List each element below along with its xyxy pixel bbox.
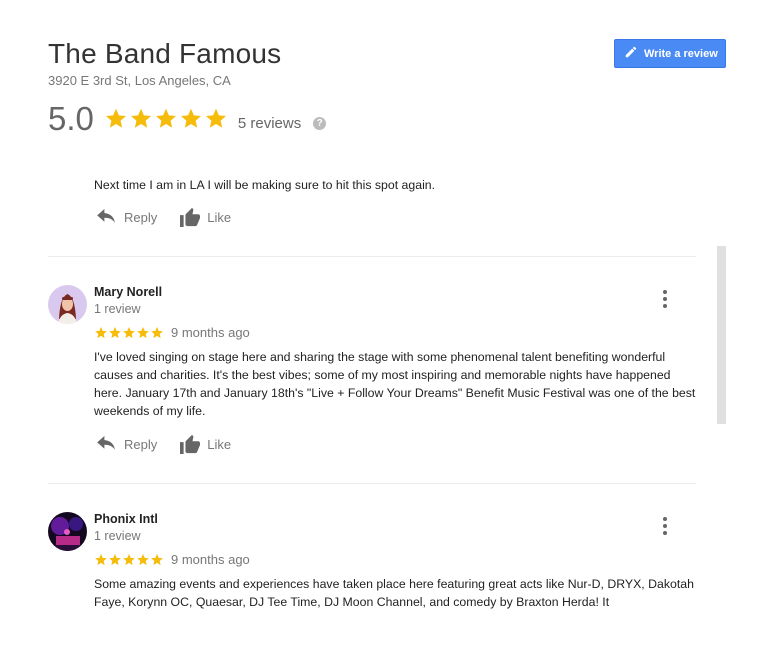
star-icon bbox=[205, 108, 226, 128]
more-vertical-icon[interactable] bbox=[660, 290, 670, 308]
rating-summary: 5.0 5 reviews ? bbox=[48, 100, 327, 138]
review-text: I've loved singing on stage here and sha… bbox=[94, 350, 696, 418]
review-rating: 9 months ago bbox=[94, 325, 250, 340]
star-icon bbox=[151, 553, 163, 565]
reply-arrow-icon bbox=[96, 436, 116, 452]
star-icon bbox=[180, 108, 201, 128]
avatar[interactable] bbox=[48, 285, 87, 324]
review-actions: Reply Like bbox=[96, 206, 231, 228]
star-icon bbox=[130, 108, 151, 128]
place-address: 3920 E 3rd St, Los Angeles, CA bbox=[48, 73, 231, 88]
star-icon bbox=[109, 553, 121, 565]
pencil-icon bbox=[624, 45, 638, 62]
like-label: Like bbox=[207, 209, 232, 225]
reviewer-review-count: 1 review bbox=[94, 529, 141, 543]
reply-label: Reply bbox=[124, 436, 158, 452]
star-icon bbox=[123, 326, 135, 338]
thumbs-up-icon bbox=[179, 434, 201, 454]
star-icon bbox=[123, 553, 135, 565]
reply-button[interactable]: Reply bbox=[96, 436, 157, 452]
like-button[interactable]: Like bbox=[179, 434, 231, 454]
review-text: Next time I am in LA I will be making su… bbox=[94, 178, 436, 192]
divider bbox=[48, 256, 696, 257]
review-item: Mary Norell 1 review 9 months ago I've l… bbox=[48, 285, 728, 475]
star-icon bbox=[155, 108, 176, 128]
star-icon bbox=[109, 326, 121, 338]
like-button[interactable]: Like bbox=[179, 207, 231, 227]
place-title: The Band Famous bbox=[48, 38, 282, 69]
review-date: 9 months ago bbox=[171, 325, 250, 340]
star-icon bbox=[105, 108, 126, 128]
star-icon bbox=[95, 553, 107, 565]
review-stars bbox=[94, 326, 164, 340]
reply-label: Reply bbox=[124, 209, 158, 225]
rating-value: 5.0 bbox=[48, 100, 94, 137]
write-review-label: Write a review bbox=[644, 47, 718, 60]
more-vertical-icon[interactable] bbox=[660, 517, 670, 535]
reviewer-name[interactable]: Mary Norell bbox=[94, 285, 162, 299]
question-icon[interactable]: ? bbox=[313, 116, 327, 130]
star-icon bbox=[137, 326, 149, 338]
reply-arrow-icon bbox=[96, 209, 116, 225]
review-actions: Reply Like bbox=[96, 433, 231, 455]
like-label: Like bbox=[207, 436, 232, 452]
place-header: The Band Famous 3920 E 3rd St, Los Angel… bbox=[48, 38, 281, 88]
write-review-button[interactable]: Write a review bbox=[614, 39, 726, 68]
reviewer-name[interactable]: Phonix Intl bbox=[94, 512, 158, 526]
review-count-link[interactable]: 5 reviews bbox=[238, 115, 301, 132]
divider bbox=[48, 483, 696, 484]
star-icon bbox=[137, 553, 149, 565]
review-date: 9 months ago bbox=[171, 552, 250, 567]
star-icon bbox=[151, 326, 163, 338]
review-text: Some amazing events and experiences have… bbox=[94, 577, 694, 609]
review-item: Phonix Intl 1 review 9 months ago Some a… bbox=[48, 512, 728, 616]
star-icon bbox=[95, 326, 107, 338]
reviewer-review-count: 1 review bbox=[94, 302, 141, 316]
thumbs-up-icon bbox=[179, 207, 201, 227]
review-stars bbox=[94, 553, 164, 567]
review-rating: 9 months ago bbox=[94, 552, 250, 567]
avatar[interactable] bbox=[48, 512, 87, 551]
reply-button[interactable]: Reply bbox=[96, 209, 157, 225]
rating-stars bbox=[104, 107, 228, 131]
